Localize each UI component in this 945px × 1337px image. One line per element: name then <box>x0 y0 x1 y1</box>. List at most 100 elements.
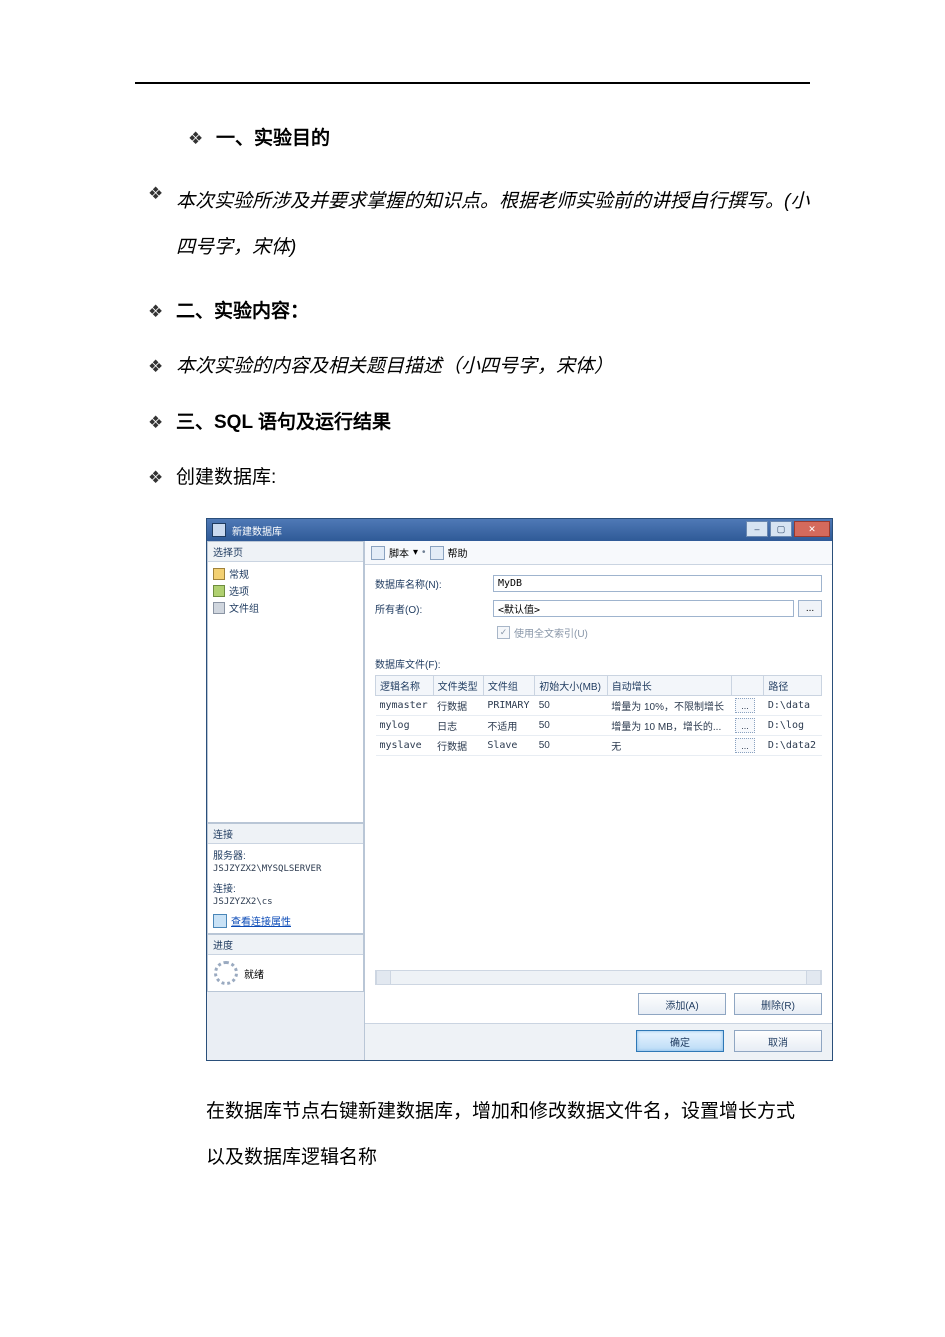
cancel-button[interactable]: 取消 <box>734 1030 822 1052</box>
properties-icon <box>213 914 227 928</box>
bullet-icon: ❖ <box>148 297 176 325</box>
section-2-title: 二、实验内容： <box>176 297 817 326</box>
page-icon <box>213 585 225 597</box>
grid-action-row: 添加(A) 删除(R) <box>365 985 832 1023</box>
owner-input[interactable]: <默认值> <box>493 600 794 617</box>
spinner-icon <box>214 961 238 985</box>
cell-group[interactable]: PRIMARY <box>483 696 534 716</box>
minimize-button[interactable]: – <box>746 521 768 537</box>
cell-browse-button[interactable]: ... <box>735 698 755 713</box>
add-button[interactable]: 添加(A) <box>638 993 726 1015</box>
form-area: 数据库名称(N): MyDB 所有者(O): <默认值> ... ✓ <box>365 565 832 652</box>
cell-size[interactable]: 50 <box>535 696 607 716</box>
connection-link-text[interactable]: 查看连接属性 <box>231 913 291 928</box>
cell-grow[interactable]: 增量为 10%，不限制增长 <box>607 696 731 716</box>
section-2-body: 本次实验的内容及相关题目描述（小四号字，宋体） <box>176 352 817 381</box>
nav-head: 选择页 <box>208 542 363 562</box>
cell-path[interactable]: D:\data2 <box>764 736 822 756</box>
grid-empty-space[interactable] <box>375 756 822 966</box>
cell-path[interactable]: D:\data <box>764 696 822 716</box>
section-3-action: 创建数据库: <box>176 463 817 492</box>
bullet-icon: ❖ <box>148 463 176 491</box>
nav-panel: 选择页 常规 选项 <box>207 541 364 823</box>
page-icon <box>213 568 225 580</box>
cell-group[interactable]: Slave <box>483 736 534 756</box>
col-filegroup[interactable]: 文件组 <box>483 676 534 696</box>
close-button[interactable]: ✕ <box>794 521 830 537</box>
help-icon <box>430 546 444 560</box>
col-filetype[interactable]: 文件类型 <box>433 676 483 696</box>
col-logicalname[interactable]: 逻辑名称 <box>376 676 434 696</box>
section-1-title: 一、实验目的 <box>216 124 817 153</box>
section-1-body: 本次实验所涉及并要求掌握的知识点。根据老师实验前的讲授自行撰写。(小四号字，宋体… <box>176 179 817 270</box>
nav-label: 选项 <box>229 583 249 598</box>
script-dropdown[interactable]: ▾ <box>413 547 418 558</box>
progress-text: 就绪 <box>244 966 264 981</box>
section-2-body-line: ❖ 本次实验的内容及相关题目描述（小四号字，宋体） <box>148 352 817 381</box>
titlebar[interactable]: 新建数据库 – ▢ ✕ <box>207 519 832 541</box>
cell-type[interactable]: 行数据 <box>433 736 483 756</box>
section-1-body-line: ❖ 本次实验所涉及并要求掌握的知识点。根据老师实验前的讲授自行撰写。(小四号字，… <box>148 179 817 270</box>
bullet-icon: ❖ <box>148 179 176 207</box>
section-2-heading: ❖ 二、实验内容： <box>148 297 817 326</box>
window-title: 新建数据库 <box>232 523 282 538</box>
cell-grow[interactable]: 无 <box>607 736 731 756</box>
col-ellipsis <box>731 676 764 696</box>
app-icon <box>212 523 226 537</box>
new-database-dialog: 新建数据库 – ▢ ✕ 选择页 <box>206 518 833 1061</box>
col-initsize[interactable]: 初始大小(MB) <box>535 676 607 696</box>
dbname-label: 数据库名称(N): <box>375 576 493 591</box>
nav-label: 文件组 <box>229 600 259 615</box>
document-body: ❖ 一、实验目的 ❖ 本次实验所涉及并要求掌握的知识点。根据老师实验前的讲授自行… <box>0 84 945 1181</box>
section-1-heading: ❖ 一、实验目的 <box>148 124 817 153</box>
ok-button[interactable]: 确定 <box>636 1030 724 1052</box>
right-pane: 脚本 ▾ • 帮助 数据库名称(N): MyDB <box>365 541 832 1060</box>
section-3-heading: ❖ 三、SQL 语句及运行结果 <box>148 408 817 437</box>
cell-name[interactable]: myslave <box>376 736 434 756</box>
dialog-footer: 确定 取消 <box>365 1023 832 1060</box>
dbname-input[interactable]: MyDB <box>493 575 822 592</box>
files-grid[interactable]: 逻辑名称 文件类型 文件组 初始大小(MB) 自动增长 路径 <box>375 675 822 966</box>
nav-item-options[interactable]: 选项 <box>213 582 358 599</box>
owner-label: 所有者(O): <box>375 601 493 616</box>
view-connection-link[interactable]: 查看连接属性 <box>213 913 358 928</box>
horizontal-scrollbar[interactable] <box>375 970 822 985</box>
table-row[interactable]: mylog 日志 不适用 50 增量为 10 MB，增长的... ... D:\… <box>376 716 822 736</box>
owner-browse-button[interactable]: ... <box>798 600 822 617</box>
maximize-button[interactable]: ▢ <box>770 521 792 537</box>
help-button[interactable]: 帮助 <box>448 545 468 560</box>
connection-value: JSJZYZX2\cs <box>213 897 358 907</box>
section-3-action-line: ❖ 创建数据库: <box>148 463 817 492</box>
table-row[interactable]: myslave 行数据 Slave 50 无 ... D:\data2 <box>376 736 822 756</box>
col-autogrow[interactable]: 自动增长 <box>607 676 731 696</box>
fulltext-checkbox[interactable]: ✓ <box>497 626 510 639</box>
cell-grow[interactable]: 增量为 10 MB，增长的... <box>607 716 731 736</box>
connection-panel: 连接 服务器: JSJZYZX2\MYSQLSERVER 连接: JSJZYZX… <box>207 823 364 934</box>
nav-item-filegroups[interactable]: 文件组 <box>213 599 358 616</box>
nav-label: 常规 <box>229 566 249 581</box>
footer-paragraph: 在数据库节点右键新建数据库，增加和修改数据文件名，设置增长方式以及数据库逻辑名称 <box>206 1089 817 1180</box>
cell-type[interactable]: 行数据 <box>433 696 483 716</box>
section-3-title: 三、SQL 语句及运行结果 <box>176 408 817 437</box>
nav-item-general[interactable]: 常规 <box>213 565 358 582</box>
bullet-icon: ❖ <box>148 352 176 380</box>
col-path[interactable]: 路径 <box>764 676 822 696</box>
cell-name[interactable]: mylog <box>376 716 434 736</box>
connection-head: 连接 <box>208 824 363 844</box>
progress-head: 进度 <box>208 935 363 955</box>
remove-button[interactable]: 删除(R) <box>734 993 822 1015</box>
cell-name[interactable]: mymaster <box>376 696 434 716</box>
left-pane: 选择页 常规 选项 <box>207 541 365 1060</box>
cell-group[interactable]: 不适用 <box>483 716 534 736</box>
script-button[interactable]: 脚本 <box>389 545 409 560</box>
cell-size[interactable]: 50 <box>535 716 607 736</box>
cell-browse-button[interactable]: ... <box>735 738 755 753</box>
progress-panel: 进度 就绪 <box>207 934 364 992</box>
fulltext-label: 使用全文索引(U) <box>514 625 588 640</box>
cell-path[interactable]: D:\log <box>764 716 822 736</box>
cell-size[interactable]: 50 <box>535 736 607 756</box>
table-row[interactable]: mymaster 行数据 PRIMARY 50 增量为 10%，不限制增长 ..… <box>376 696 822 716</box>
separator: • <box>422 547 426 558</box>
cell-type[interactable]: 日志 <box>433 716 483 736</box>
cell-browse-button[interactable]: ... <box>735 718 755 733</box>
